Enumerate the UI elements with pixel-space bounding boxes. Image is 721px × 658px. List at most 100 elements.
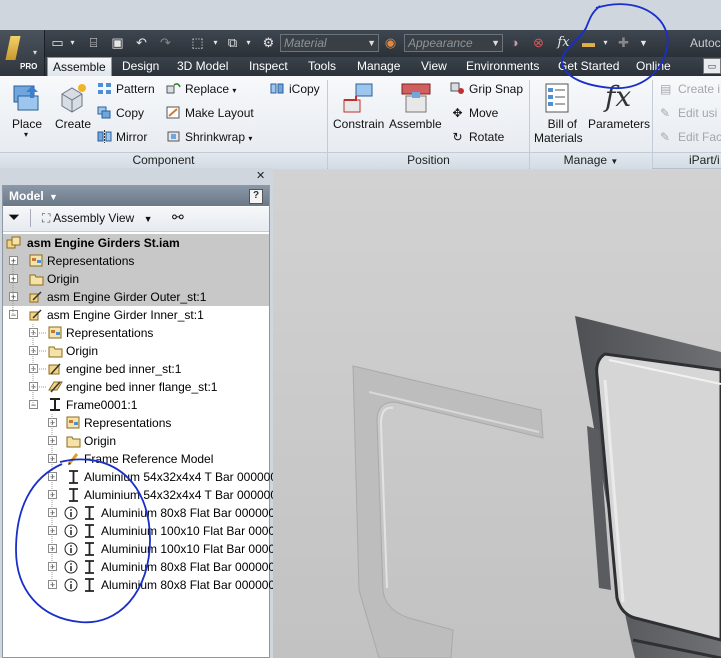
measure-icon[interactable]: ▬ [581,36,596,50]
select-icon[interactable]: ⬚ [190,36,205,50]
clear-appearance-icon[interactable]: ⊗ [531,36,546,50]
tab-design[interactable]: Design [117,57,164,76]
move-button[interactable]: ✥ Move [450,106,498,120]
adjust-appearance-icon[interactable]: ◑ [507,36,522,50]
tab-online[interactable]: Online [631,57,676,76]
dropdown-icon[interactable]: ▾ [65,36,80,50]
expand-icon[interactable]: + [48,544,57,554]
collapse-icon[interactable]: − [29,400,38,410]
tree-row[interactable]: + Aluminium 80x8 Flat Bar 00000030 [3,558,288,576]
assemble-button[interactable]: Assemble [389,117,442,131]
tree-row[interactable]: + engine bed inner flange_st:1 [3,378,269,396]
tab-manage[interactable]: Manage [352,57,405,76]
tree-row[interactable]: + Representations [3,324,269,342]
save-icon[interactable]: ▣ [110,36,125,50]
open-folder-icon[interactable]: ⌸ [86,36,101,50]
application-menu-button[interactable]: PRO ▾ [0,30,45,76]
tree-row[interactable]: + Aluminium 54x32x4x4 T Bar 00000025 [3,486,290,504]
expand-icon[interactable]: + [9,256,18,266]
tree-row[interactable]: + Representations [3,414,269,432]
manage-panel-title[interactable]: Manage ▼ [530,152,652,169]
add-icon[interactable]: ✚ [616,36,631,50]
dropdown-icon[interactable]: ▾ [241,36,256,50]
icopy-button[interactable]: iCopy [270,82,320,96]
expand-icon[interactable]: + [29,346,38,356]
mirror-button[interactable]: Mirror [97,130,147,144]
tab-3d-model[interactable]: 3D Model [172,57,233,76]
shrinkwrap-button[interactable]: Shrinkwrap ▾ [166,130,252,144]
dropdown-icon[interactable]: ▾ [208,36,223,50]
constrain-button[interactable]: Constrain [333,117,384,131]
graphics-viewport[interactable] [273,170,721,658]
chevron-down-icon[interactable]: ▼ [49,192,58,202]
create-button[interactable]: Create [55,117,91,131]
parameters-fx-icon[interactable]: fx [556,36,571,50]
bill-of-materials-button[interactable]: Bill of Materials [534,117,583,145]
tree-row[interactable]: + Aluminium 54x32x4x4 T Bar 00000024 [3,468,290,486]
tab-inspect[interactable]: Inspect [244,57,293,76]
update-icon[interactable]: ⧉ [225,36,240,50]
dropdown-icon[interactable]: ▾ [598,36,613,50]
tree-row[interactable]: + asm Engine Girder Outer_st:1 [3,288,269,306]
tree-row[interactable]: + Aluminium 80x8 Flat Bar 00000031 [3,576,288,594]
tab-tools[interactable]: Tools [303,57,341,76]
create-ipart-button[interactable]: ▤ Create i [660,82,720,96]
expand-icon[interactable]: + [29,328,38,338]
tree-row[interactable]: + Origin [3,342,269,360]
customize-qat-icon[interactable]: ▼ [636,36,651,50]
tree-row[interactable]: − Frame0001:1 [3,396,269,414]
expand-icon[interactable]: + [48,526,57,536]
rotate-button[interactable]: ↻ Rotate [450,130,504,144]
expand-icon[interactable]: + [48,436,57,446]
tree-row[interactable]: + Aluminium 100x10 Flat Bar 000000 [3,540,288,558]
tab-assemble[interactable]: Assemble [47,57,112,77]
make-layout-button[interactable]: Make Layout [166,106,254,120]
help-icon[interactable]: ? [249,189,263,204]
tree-row[interactable]: + Frame Reference Model [3,450,269,468]
new-file-icon[interactable]: ▭ [50,36,65,50]
tree-row[interactable]: + Origin [3,270,269,288]
close-icon[interactable]: ✕ [256,170,267,182]
expand-icon[interactable]: + [9,274,18,284]
place-button[interactable]: Place [12,117,42,131]
material-combo[interactable]: Material ▼ [280,34,379,52]
expand-icon[interactable]: + [48,418,57,428]
edit-factory-button[interactable]: ✎ Edit Fac [660,130,721,144]
copy-button[interactable]: Copy [97,106,144,120]
parameters-button[interactable]: Parameters [588,117,650,131]
expand-icon[interactable]: + [29,382,38,392]
tree-row[interactable]: + Aluminium 100x10 Flat Bar 000000 [3,522,288,540]
minimize-ribbon-icon[interactable]: ▭ [703,58,721,74]
expand-icon[interactable]: + [48,472,57,482]
expand-icon[interactable]: + [48,580,57,590]
undo-icon[interactable]: ↶ [134,36,149,50]
replace-button[interactable]: Replace ▾ [166,82,236,96]
chevron-down-icon[interactable]: ▾ [24,130,28,139]
collapse-icon[interactable]: − [9,310,18,320]
settings-gear-icon[interactable]: ⚙ [261,36,276,50]
assembly-view-selector[interactable]: ⛶ Assembly View ▼ [42,211,152,226]
tree-root-row[interactable]: asm Engine Girders St.iam [3,234,269,252]
tab-view[interactable]: View [416,57,452,76]
color-wheel-icon[interactable]: ◉ [383,36,398,50]
tree-row[interactable]: − asm Engine Girder Inner_st:1 [3,306,269,324]
expand-icon[interactable]: + [29,364,38,374]
pattern-button[interactable]: Pattern [97,82,155,96]
grip-snap-button[interactable]: Grip Snap [450,82,523,96]
expand-icon[interactable]: + [48,490,57,500]
expand-icon[interactable]: + [9,292,18,302]
tab-get-started[interactable]: Get Started [553,57,624,76]
tree-row[interactable]: + Representations [3,252,269,270]
expand-icon[interactable]: + [48,508,57,518]
appearance-combo[interactable]: Appearance ▼ [404,34,503,52]
tree-row[interactable]: + Origin [3,432,269,450]
filter-icon[interactable]: ⏷ [8,210,20,226]
expand-icon[interactable]: + [48,562,57,572]
tree-row[interactable]: + Aluminium 80x8 Flat Bar 00000026 [3,504,288,522]
expand-icon[interactable]: + [48,454,57,464]
find-binoculars-icon[interactable]: ⚯ [172,209,184,226]
tab-environments[interactable]: Environments [461,57,544,76]
redo-icon[interactable]: ↷ [158,36,173,50]
tree-row[interactable]: + engine bed inner_st:1 [3,360,269,378]
edit-using-button[interactable]: ✎ Edit usi [660,106,717,120]
